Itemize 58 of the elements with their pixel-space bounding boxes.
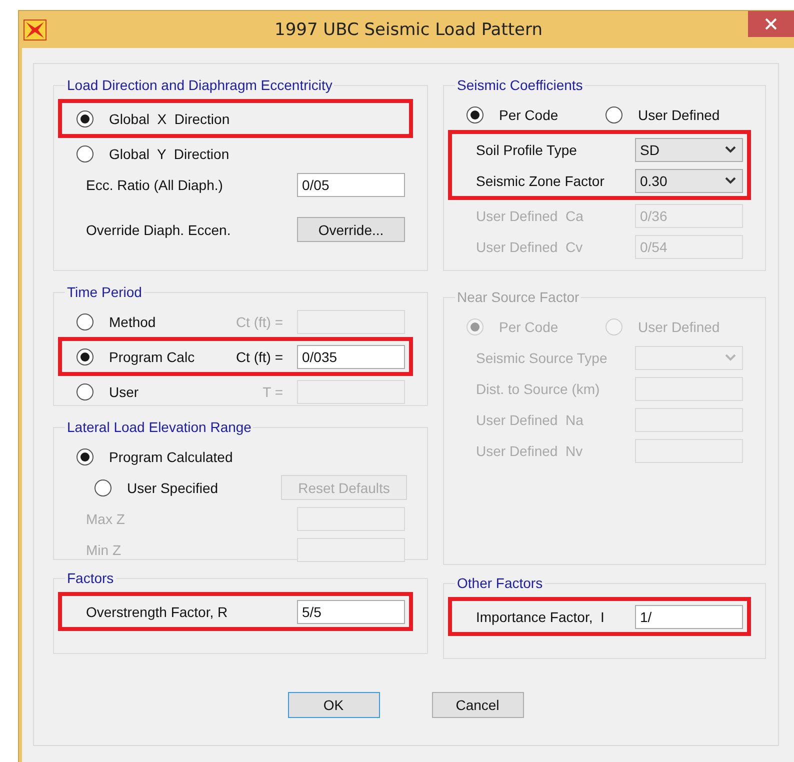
field-label: Ecc. Ratio (All Diaph.) — [86, 176, 223, 192]
field-label: User Defined Ca — [476, 208, 584, 224]
radio-label[interactable]: Program Calculated — [109, 448, 233, 464]
input-field[interactable]: 0/035 — [297, 344, 405, 368]
chevron-down-icon — [725, 354, 736, 361]
field-label: T = — [262, 384, 283, 400]
group-title: Near Source Factor — [456, 289, 580, 305]
radio-label[interactable]: Global Y Direction — [109, 146, 230, 162]
field-label: Seismic Zone Factor — [476, 172, 604, 188]
field-label: Ct (ft) = — [236, 348, 283, 364]
radio-label[interactable]: User Defined — [638, 106, 720, 122]
field-label: User Defined Nv — [476, 442, 583, 458]
dropdown[interactable]: SD — [635, 138, 743, 162]
radio-button[interactable] — [76, 448, 94, 466]
chevron-down-icon — [725, 146, 736, 153]
field-label: Seismic Source Type — [476, 350, 608, 366]
field-label: Override Diaph. Eccen. — [86, 222, 231, 238]
close-button[interactable] — [748, 11, 794, 37]
field-label: Ct (ft) = — [236, 314, 283, 330]
group-title: Time Period — [66, 284, 143, 300]
group-title: Load Direction and Diaphragm Eccentricity — [66, 77, 334, 93]
close-icon — [765, 18, 777, 30]
window-title: 1997 UBC Seismic Load Pattern — [274, 20, 544, 40]
app-icon — [23, 18, 47, 40]
radio-label[interactable]: Global X Direction — [109, 110, 230, 126]
radio-button[interactable] — [76, 110, 94, 128]
radio-label[interactable]: Per Code — [499, 106, 558, 122]
radio-label[interactable]: Program Calc — [109, 348, 195, 364]
chevron-down-icon — [725, 177, 736, 184]
radio-label[interactable]: User — [109, 384, 139, 400]
group-title: Other Factors — [456, 575, 544, 591]
field-label: User Defined Na — [476, 412, 584, 428]
field-label: Overstrength Factor, R — [86, 604, 228, 620]
override-button[interactable]: Override... — [297, 217, 405, 242]
radio-button[interactable] — [605, 106, 623, 124]
field-label: Importance Factor, I — [476, 608, 604, 624]
field-label: Max Z — [86, 510, 125, 526]
field-label: Dist. to Source (km) — [476, 380, 600, 396]
radio-label[interactable]: User Specified — [127, 480, 218, 496]
dropdown[interactable]: 0.30 — [635, 168, 743, 192]
radio-button[interactable] — [76, 144, 94, 162]
input-field[interactable]: 1/ — [635, 604, 743, 628]
field-label: Min Z — [86, 542, 121, 558]
dialog-button[interactable]: OK — [288, 692, 380, 718]
group-title: Lateral Load Elevation Range — [66, 419, 252, 435]
field-label: Soil Profile Type — [476, 142, 577, 158]
radio-button[interactable] — [466, 106, 484, 124]
radio-button[interactable] — [76, 348, 94, 366]
input-field[interactable]: 0/05 — [297, 172, 405, 196]
group-title: Factors — [66, 570, 115, 586]
field-label: User Defined Cv — [476, 238, 583, 254]
radio-button[interactable] — [76, 312, 94, 330]
radio-label[interactable]: Method — [109, 314, 156, 330]
group-title: Seismic Coefficients — [456, 77, 584, 93]
dialog-button[interactable]: Cancel — [432, 692, 524, 718]
radio-button[interactable] — [94, 478, 112, 496]
input-field[interactable]: 5/5 — [297, 600, 405, 624]
radio-button[interactable] — [76, 382, 94, 400]
